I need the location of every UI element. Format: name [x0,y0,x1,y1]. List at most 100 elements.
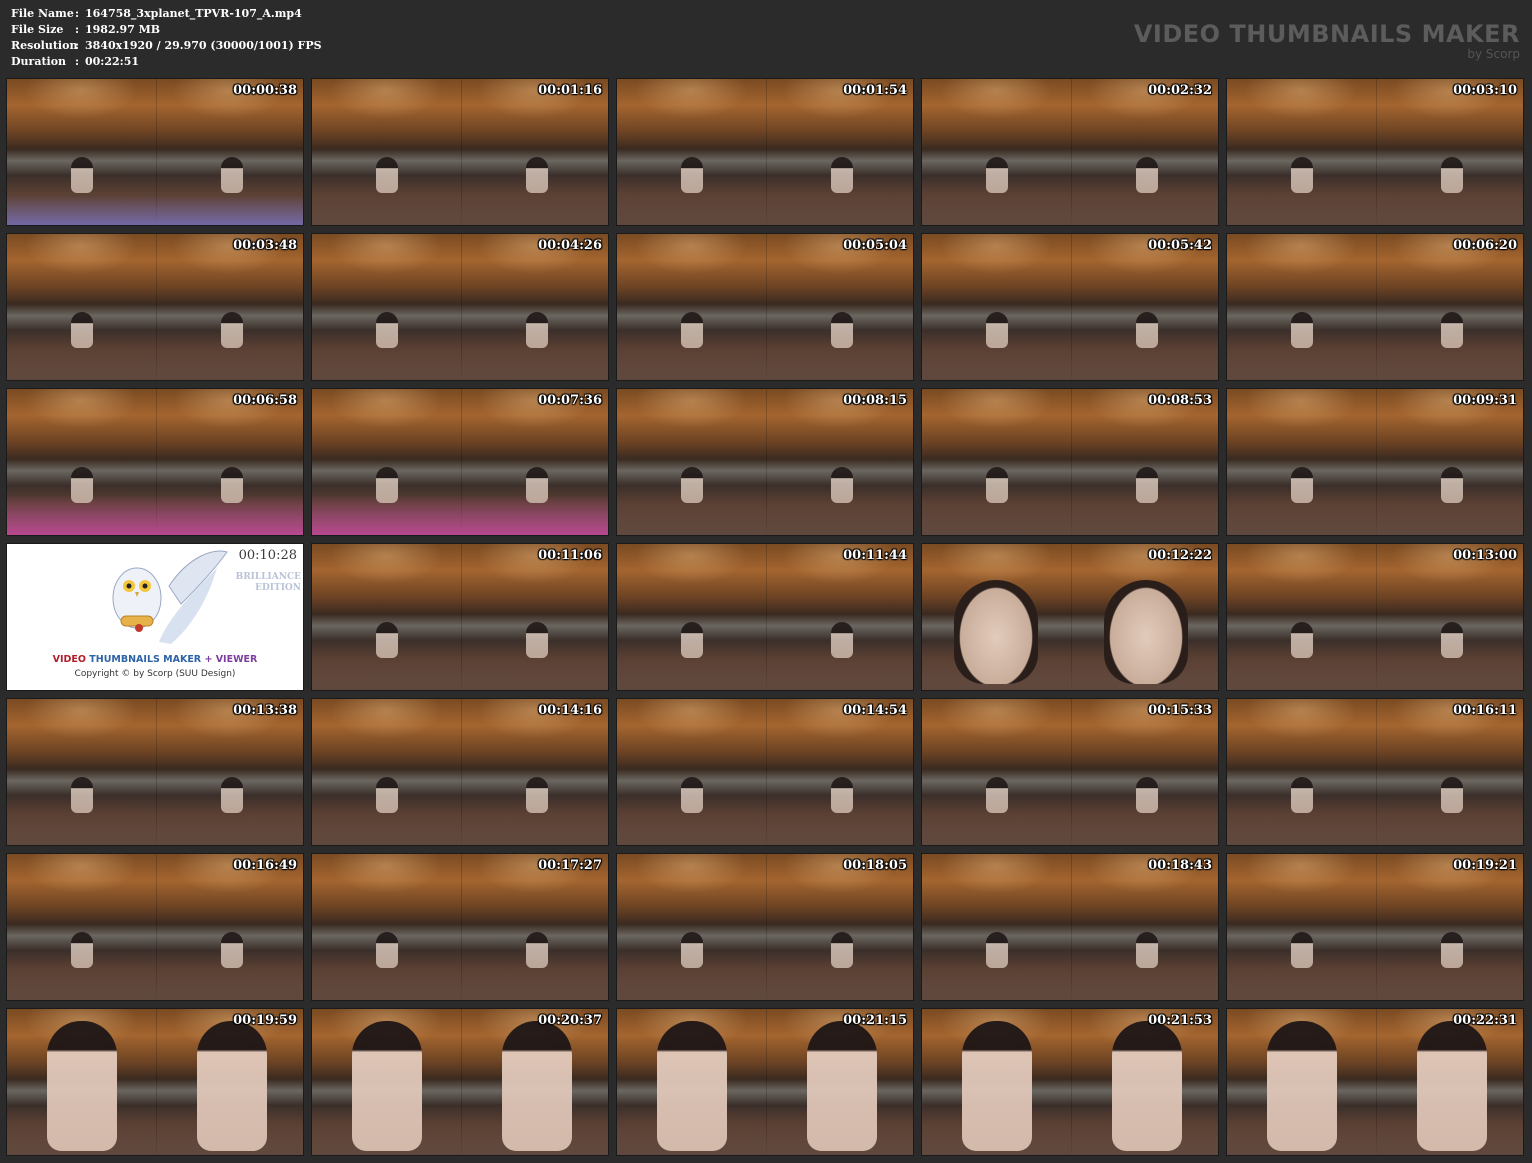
subject-left [962,1021,1032,1151]
bed-area [617,350,913,380]
logo-tile[interactable]: BRILLIANCE EDITION VIDEO THUMBNAILS MAKER… [6,543,304,691]
video-thumbnail[interactable]: 00:05:04 [616,233,914,381]
subject-left [954,580,1038,684]
video-thumbnail[interactable]: 00:20:37 [311,1008,609,1156]
bed-area [617,195,913,225]
bed-area [7,495,303,535]
file-info-separator: : [75,39,80,52]
bed-area [312,350,608,380]
bed-area [617,505,913,535]
thumbnail-timestamp: 00:20:37 [538,1013,602,1028]
file-info-separator: : [75,23,80,36]
logo-title-video: VIDEO [52,654,86,665]
thumbnail-timestamp: 00:14:54 [843,703,907,718]
file-info-label: File Size [11,23,64,36]
file-info-value: 164758_3xplanet_TPVR-107_A.mp4 [85,7,302,20]
subject-left [986,157,1008,193]
video-thumbnail[interactable]: 00:13:00 [1226,543,1524,691]
video-thumbnail[interactable]: 00:09:31 [1226,388,1524,536]
subject-right [526,467,548,503]
video-thumbnail[interactable]: 00:05:42 [921,233,1219,381]
thumbnail-timestamp: 00:05:42 [1148,238,1212,253]
video-thumbnail[interactable]: 00:11:44 [616,543,914,691]
video-thumbnail[interactable]: 00:03:10 [1226,78,1524,226]
video-thumbnail[interactable]: 00:17:27 [311,853,609,1001]
contact-sheet: File Name:164758_3xplanet_TPVR-107_A.mp4… [0,0,1532,1163]
logo-title-thumbnails-maker: THUMBNAILS MAKER [89,654,202,665]
video-thumbnail[interactable]: 00:11:06 [311,543,609,691]
thumbnail-timestamp: 00:05:04 [843,238,907,253]
subject-left [1291,622,1313,658]
subject-left [986,777,1008,813]
video-thumbnail[interactable]: 00:19:21 [1226,853,1524,1001]
video-thumbnail[interactable]: 00:18:05 [616,853,914,1001]
subject-left [1291,157,1313,193]
subject-left [376,622,398,658]
logo-title-viewer: + VIEWER [204,654,258,665]
file-info-value: 1982.97 MB [85,23,161,36]
video-thumbnail[interactable]: 00:02:32 [921,78,1219,226]
thumbnail-timestamp: 00:02:32 [1148,83,1212,98]
subject-left [657,1021,727,1151]
thumbnail-timestamp: 00:08:53 [1148,393,1212,408]
subject-right [831,932,853,968]
logo-copyright: Copyright © by Scorp (SUU Design) [74,669,236,679]
owl-with-scroll-icon [112,550,228,644]
video-thumbnail[interactable]: 00:14:54 [616,698,914,846]
video-thumbnail[interactable]: 00:01:16 [311,78,609,226]
subject-right [526,622,548,658]
subject-left [376,312,398,348]
video-thumbnail[interactable]: 00:08:15 [616,388,914,536]
subject-left [71,467,93,503]
subject-right [221,312,243,348]
bed-area [1227,505,1523,535]
video-thumbnail[interactable]: 00:01:54 [616,78,914,226]
subject-right [221,777,243,813]
video-thumbnail[interactable]: 00:21:15 [616,1008,914,1156]
thumbnail-timestamp: 00:22:31 [1453,1013,1517,1028]
bed-area [312,970,608,1000]
video-thumbnail[interactable]: 00:12:22 [921,543,1219,691]
bed-area [312,815,608,845]
subject-left [1291,312,1313,348]
subject-right [526,777,548,813]
video-thumbnail[interactable]: 00:13:38 [6,698,304,846]
file-info-separator: : [75,55,80,68]
subject-right [1136,312,1158,348]
subject-left [1291,467,1313,503]
video-thumbnail[interactable]: 00:16:11 [1226,698,1524,846]
logo-edition-text: BRILLIANCE EDITION [235,572,301,593]
subject-right [831,467,853,503]
video-thumbnail[interactable]: 00:18:43 [921,853,1219,1001]
video-thumbnail[interactable]: 00:14:16 [311,698,609,846]
subject-right [1441,467,1463,503]
thumbnail-timestamp: 00:13:00 [1453,548,1517,563]
video-thumbnail[interactable]: 00:22:31 [1226,1008,1524,1156]
thumbnail-timestamp: 00:17:27 [538,858,602,873]
video-thumbnail[interactable]: 00:06:58 [6,388,304,536]
thumbnail-timestamp: 00:11:44 [843,548,907,563]
video-thumbnail[interactable]: 00:08:53 [921,388,1219,536]
bed-area [922,815,1218,845]
thumbnail-timestamp: 00:21:53 [1148,1013,1212,1028]
video-thumbnail[interactable]: 00:03:48 [6,233,304,381]
video-thumbnail[interactable]: 00:21:53 [921,1008,1219,1156]
thumbnail-timestamp: 00:03:10 [1453,83,1517,98]
video-thumbnail[interactable]: 00:00:38 [6,78,304,226]
video-thumbnail[interactable]: 00:19:59 [6,1008,304,1156]
subject-left [681,622,703,658]
file-info-label: Duration [11,55,67,68]
subject-right [1441,157,1463,193]
video-thumbnail[interactable]: 00:16:49 [6,853,304,1001]
video-thumbnail[interactable]: 00:04:26 [311,233,609,381]
subject-left [376,467,398,503]
video-thumbnail[interactable]: 00:06:20 [1226,233,1524,381]
subject-left [1291,777,1313,813]
file-info-panel: File Name:164758_3xplanet_TPVR-107_A.mp4… [11,6,322,70]
video-thumbnail[interactable]: 00:07:36 [311,388,609,536]
video-thumbnail[interactable]: 00:15:33 [921,698,1219,846]
file-info-separator: : [75,7,80,20]
thumbnail-timestamp: 00:18:43 [1148,858,1212,873]
thumbnail-timestamp: 00:01:16 [538,83,602,98]
bed-area [617,815,913,845]
